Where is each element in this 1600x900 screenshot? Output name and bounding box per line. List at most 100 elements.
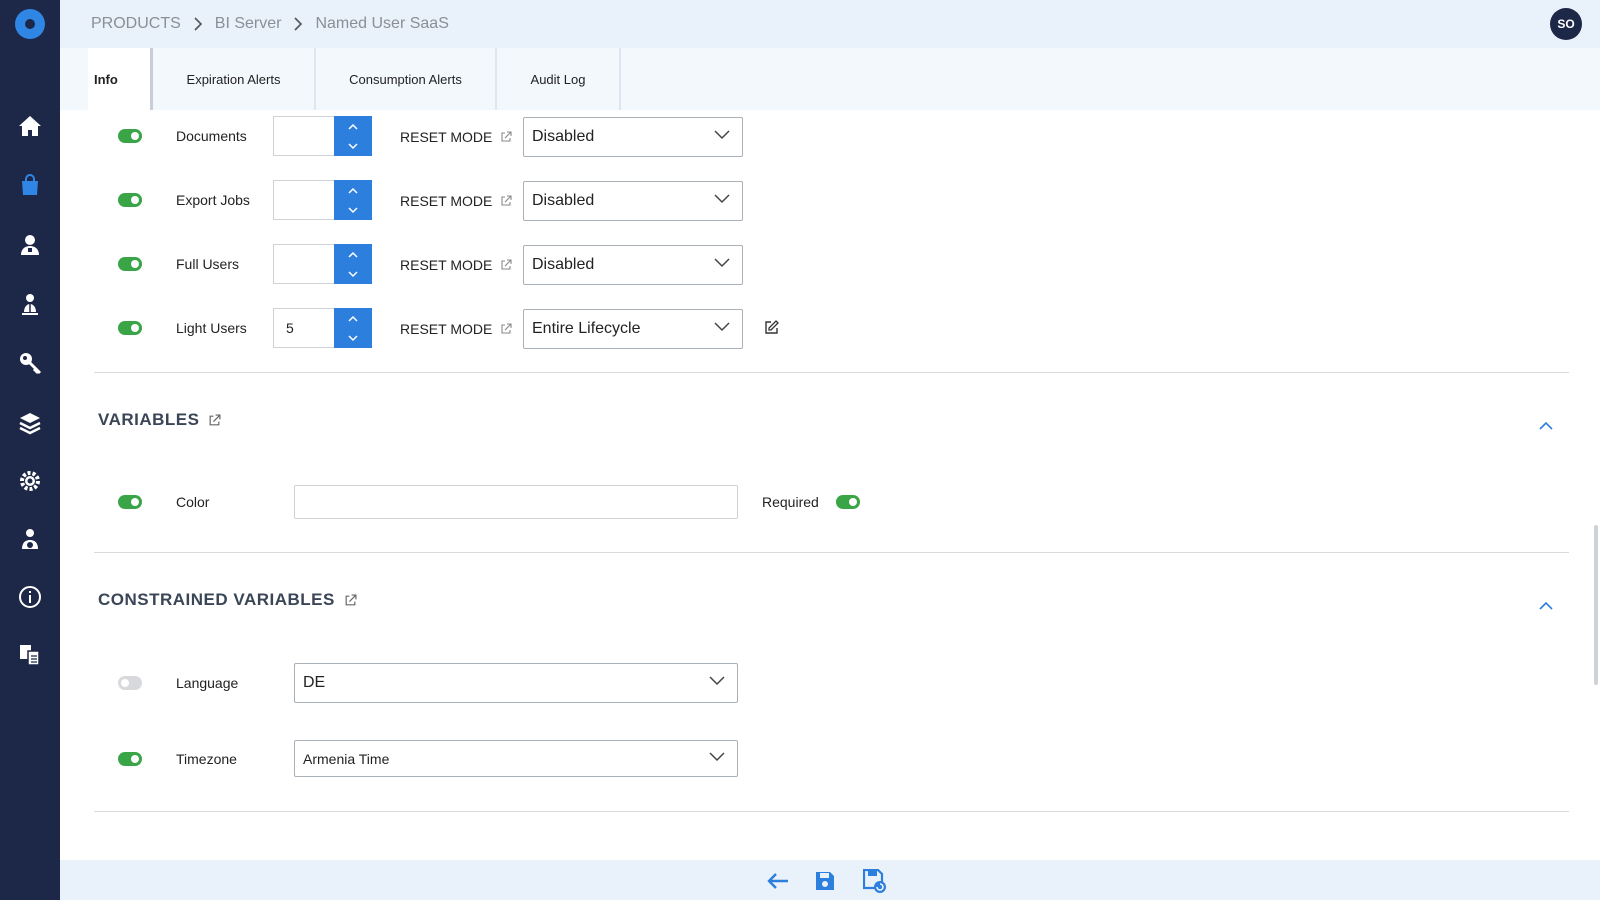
documents-mode-select[interactable]: Disabled [523, 117, 743, 157]
user-badge-icon[interactable] [15, 230, 45, 260]
stepper-value[interactable] [273, 116, 334, 156]
section-title-text: CONSTRAINED VARIABLES [98, 590, 335, 609]
constrained-variables-section-title: CONSTRAINED VARIABLES [98, 590, 357, 610]
timezone-select[interactable]: Armenia Time [294, 740, 738, 777]
chevron-down-icon[interactable] [334, 264, 372, 284]
full-users-stepper[interactable] [273, 244, 372, 284]
select-value: DE [303, 674, 326, 691]
feature-row-light-users: Light Users 5 RESET MODE Entire Lifecycl… [60, 302, 1600, 352]
chevron-up-icon[interactable] [334, 244, 372, 264]
info-icon[interactable] [15, 582, 45, 612]
stepper-value[interactable] [273, 180, 334, 220]
feature-label: Export Jobs [176, 192, 250, 208]
select-value: Disabled [532, 256, 595, 273]
tab-consumption-alerts[interactable]: Consumption Alerts [316, 48, 497, 110]
light-users-toggle[interactable] [118, 321, 142, 335]
external-link-icon[interactable] [344, 593, 357, 607]
language-select[interactable]: DE [294, 663, 738, 703]
save-and-reset-icon[interactable] [862, 868, 888, 894]
divider [94, 552, 1569, 553]
color-toggle[interactable] [118, 495, 142, 509]
app-logo[interactable] [15, 9, 45, 39]
layers-icon[interactable] [15, 408, 45, 438]
feature-row-documents: Documents RESET MODE Disabled [60, 110, 1600, 160]
select-value: Entire Lifecycle [532, 320, 641, 337]
chevron-down-icon [714, 194, 730, 204]
reset-mode-link[interactable]: RESET MODE [400, 257, 512, 273]
feature-label: Full Users [176, 256, 240, 272]
edit-icon[interactable] [764, 320, 779, 340]
reset-mode-link[interactable]: RESET MODE [400, 129, 512, 145]
external-link-icon [501, 259, 512, 270]
tab-info[interactable]: Info [88, 48, 153, 110]
chevron-up-icon [1539, 421, 1553, 430]
variable-label: Language [176, 675, 239, 691]
main-content: Documents RESET MODE Disabled Export Job… [60, 110, 1600, 860]
export-jobs-toggle[interactable] [118, 193, 142, 207]
collapse-constrained-variables-button[interactable] [1539, 597, 1553, 615]
feature-label: Light Users [176, 320, 247, 336]
full-users-toggle[interactable] [118, 257, 142, 271]
key-icon[interactable] [15, 348, 45, 378]
external-link-icon [501, 323, 512, 334]
variable-label: Timezone [176, 751, 237, 767]
sidebar [0, 0, 60, 900]
home-icon[interactable] [15, 111, 45, 141]
avatar[interactable]: SO [1550, 8, 1582, 40]
reset-mode-label: RESET MODE [400, 193, 493, 209]
feature-label: Documents [176, 128, 247, 144]
reset-mode-link[interactable]: RESET MODE [400, 193, 512, 209]
language-toggle[interactable] [118, 676, 142, 690]
variable-row-color: Color Required [60, 482, 1600, 522]
reset-mode-label: RESET MODE [400, 129, 493, 145]
documents-stepper[interactable] [273, 116, 372, 156]
select-value: Disabled [532, 192, 595, 209]
timezone-toggle[interactable] [118, 752, 142, 766]
color-input[interactable] [294, 485, 738, 519]
reset-mode-link[interactable]: RESET MODE [400, 321, 512, 337]
documents-icon[interactable] [15, 640, 45, 670]
back-arrow-icon[interactable] [765, 868, 791, 894]
shopping-bag-icon[interactable] [15, 170, 45, 200]
required-label: Required [762, 494, 819, 510]
select-value: Disabled [532, 128, 595, 145]
required-toggle[interactable] [836, 495, 860, 509]
constrained-row-language: Language DE [60, 661, 1600, 705]
chevron-down-icon [714, 322, 730, 332]
light-users-stepper[interactable]: 5 [273, 308, 372, 348]
light-users-mode-select[interactable]: Entire Lifecycle [523, 309, 743, 349]
chevron-down-icon[interactable] [334, 328, 372, 348]
feature-row-full-users: Full Users RESET MODE Disabled [60, 238, 1600, 288]
chevron-up-icon[interactable] [334, 116, 372, 136]
collapse-variables-button[interactable] [1539, 417, 1553, 435]
chevron-up-icon [1539, 601, 1553, 610]
chevron-down-icon[interactable] [334, 200, 372, 220]
reset-mode-label: RESET MODE [400, 257, 493, 273]
breadcrumb-products[interactable]: PRODUCTS [91, 15, 181, 33]
scrollbar-thumb[interactable] [1594, 525, 1598, 685]
documents-toggle[interactable] [118, 129, 142, 143]
chevron-down-icon[interactable] [334, 136, 372, 156]
stepper-value[interactable]: 5 [273, 308, 334, 348]
constrained-row-timezone: Timezone Armenia Time [60, 739, 1600, 779]
breadcrumb-bi-server[interactable]: BI Server [215, 15, 282, 33]
variables-section-title: VARIABLES [98, 410, 221, 430]
save-icon[interactable] [812, 868, 838, 894]
export-jobs-mode-select[interactable]: Disabled [523, 181, 743, 221]
tab-audit-log[interactable]: Audit Log [497, 48, 621, 110]
export-jobs-stepper[interactable] [273, 180, 372, 220]
chevron-up-icon[interactable] [334, 180, 372, 200]
chevron-down-icon [709, 752, 725, 762]
user-settings-icon[interactable] [15, 524, 45, 554]
user-group-icon[interactable] [15, 289, 45, 319]
tab-bar: Info Expiration Alerts Consumption Alert… [60, 48, 1600, 110]
chevron-right-icon [293, 17, 303, 31]
chevron-up-icon[interactable] [334, 308, 372, 328]
external-link-icon[interactable] [208, 413, 221, 427]
divider [94, 811, 1569, 812]
gear-icon[interactable] [15, 466, 45, 496]
tab-expiration-alerts[interactable]: Expiration Alerts [153, 48, 316, 110]
stepper-value[interactable] [273, 244, 334, 284]
full-users-mode-select[interactable]: Disabled [523, 245, 743, 285]
select-value: Armenia Time [303, 750, 390, 767]
